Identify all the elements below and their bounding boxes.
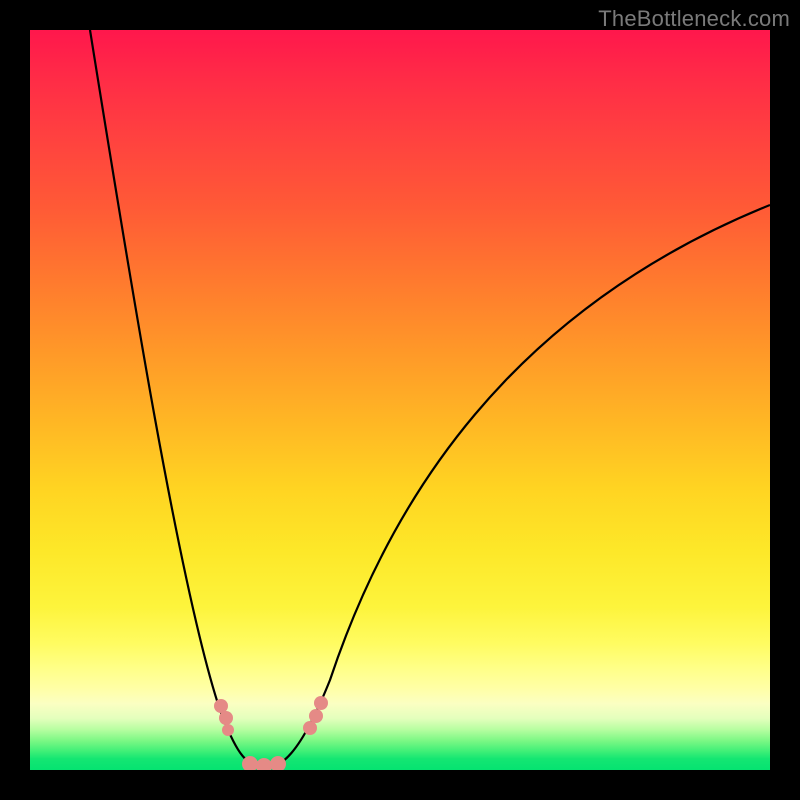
watermark: TheBottleneck.com bbox=[598, 6, 790, 32]
bottleneck-curve bbox=[90, 30, 770, 768]
hl-dot bbox=[222, 724, 234, 736]
hl-dot bbox=[303, 721, 317, 735]
hl-dot bbox=[214, 699, 228, 713]
hl-dot bbox=[309, 709, 323, 723]
hl-dot bbox=[256, 758, 272, 770]
outer-frame: TheBottleneck.com bbox=[0, 0, 800, 800]
hl-dot bbox=[314, 696, 328, 710]
hl-dot bbox=[219, 711, 233, 725]
curve-svg bbox=[30, 30, 770, 770]
plot-area bbox=[30, 30, 770, 770]
highlight-cluster bbox=[214, 696, 328, 770]
hl-dot bbox=[270, 756, 286, 770]
